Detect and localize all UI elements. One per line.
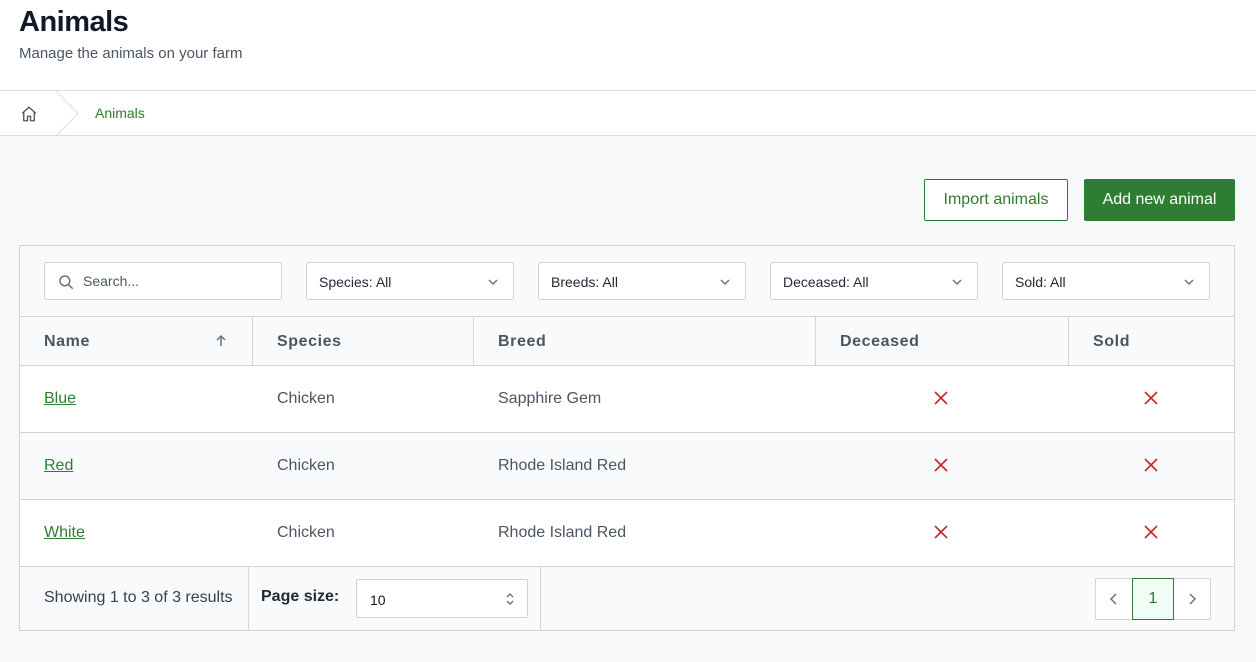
chevron-up-down-icon	[506, 593, 514, 605]
deceased-filter[interactable]: Deceased: All	[770, 262, 978, 300]
chevron-right-icon	[1188, 593, 1196, 605]
chevron-left-icon	[1109, 593, 1117, 605]
table-header: Name Species Breed Deceased Sold	[20, 317, 1234, 366]
add-new-animal-button[interactable]: Add new animal	[1084, 179, 1235, 221]
search-box	[44, 262, 282, 300]
previous-page-button[interactable]	[1096, 579, 1132, 619]
x-mark-icon	[1144, 458, 1158, 472]
x-mark-icon	[1144, 525, 1158, 539]
sold-filter[interactable]: Sold: All	[1002, 262, 1210, 300]
chevron-down-icon	[952, 279, 962, 286]
x-mark-icon	[1144, 391, 1158, 405]
table-row: Blue Chicken Sapphire Gem	[20, 366, 1234, 433]
column-header-label: Sold	[1093, 333, 1131, 350]
x-mark-icon	[934, 525, 948, 539]
deceased-filter-label: Deceased: All	[783, 274, 869, 290]
page-size-value: 10	[370, 592, 386, 608]
next-page-button[interactable]	[1173, 579, 1210, 619]
column-header-breed[interactable]: Breed	[474, 317, 816, 366]
page-header: Animals Manage the animals on your farm	[0, 0, 1256, 91]
column-header-label: Deceased	[840, 333, 920, 350]
animal-name-link[interactable]: White	[44, 524, 85, 542]
table-footer: Showing 1 to 3 of 3 results Page size: 1…	[20, 567, 1234, 630]
breadcrumb-separator	[55, 91, 79, 136]
species-filter[interactable]: Species: All	[306, 262, 514, 300]
table-row: White Chicken Rhode Island Red	[20, 500, 1234, 567]
breadcrumb-home-link[interactable]	[14, 102, 44, 126]
column-header-label: Species	[277, 333, 342, 350]
name-cell: White	[44, 500, 85, 566]
species-filter-label: Species: All	[319, 274, 392, 290]
table-row: Red Chicken Rhode Island Red	[20, 433, 1234, 500]
breed-cell: Sapphire Gem	[498, 390, 602, 407]
column-header-species[interactable]: Species	[253, 317, 474, 366]
breadcrumb-current: Animals	[95, 105, 145, 121]
page-size-label: Page size:	[261, 588, 340, 605]
x-mark-icon	[934, 458, 948, 472]
search-input[interactable]	[83, 263, 273, 299]
breeds-filter[interactable]: Breeds: All	[538, 262, 746, 300]
name-cell: Red	[44, 433, 73, 499]
chevron-down-icon	[720, 279, 730, 286]
breed-cell: Rhode Island Red	[498, 457, 627, 474]
home-icon	[21, 106, 37, 122]
results-summary-cell: Showing 1 to 3 of 3 results	[20, 567, 249, 630]
results-summary: Showing 1 to 3 of 3 results	[44, 589, 233, 606]
import-animals-button[interactable]: Import animals	[924, 179, 1068, 221]
animal-name-link[interactable]: Red	[44, 457, 73, 475]
filter-bar: Species: All Breeds: All Deceased: All S…	[20, 246, 1234, 317]
name-cell: Blue	[44, 366, 76, 432]
breadcrumb: Animals	[0, 91, 1256, 136]
column-header-deceased[interactable]: Deceased	[816, 317, 1069, 366]
breed-cell: Rhode Island Red	[498, 524, 627, 541]
sold-filter-label: Sold: All	[1015, 274, 1066, 290]
chevron-down-icon	[488, 279, 498, 286]
species-cell: Chicken	[277, 524, 335, 541]
breeds-filter-label: Breeds: All	[551, 274, 618, 290]
column-header-name[interactable]: Name	[20, 317, 253, 366]
page-button-current[interactable]: 1	[1132, 578, 1174, 620]
arrow-up-icon	[216, 334, 226, 346]
x-mark-icon	[934, 391, 948, 405]
column-header-label: Breed	[498, 333, 547, 350]
species-cell: Chicken	[277, 457, 335, 474]
page-subtitle: Manage the animals on your farm	[19, 45, 243, 62]
column-header-sold[interactable]: Sold	[1069, 317, 1234, 366]
species-cell: Chicken	[277, 390, 335, 407]
page-title: Animals	[19, 6, 129, 38]
search-icon	[59, 275, 74, 290]
animal-name-link[interactable]: Blue	[44, 390, 76, 408]
chevron-down-icon	[1184, 279, 1194, 286]
pagination: 1	[1095, 578, 1211, 620]
animals-table-card: Species: All Breeds: All Deceased: All S…	[19, 245, 1235, 631]
page-size-select[interactable]: 10	[356, 579, 528, 618]
